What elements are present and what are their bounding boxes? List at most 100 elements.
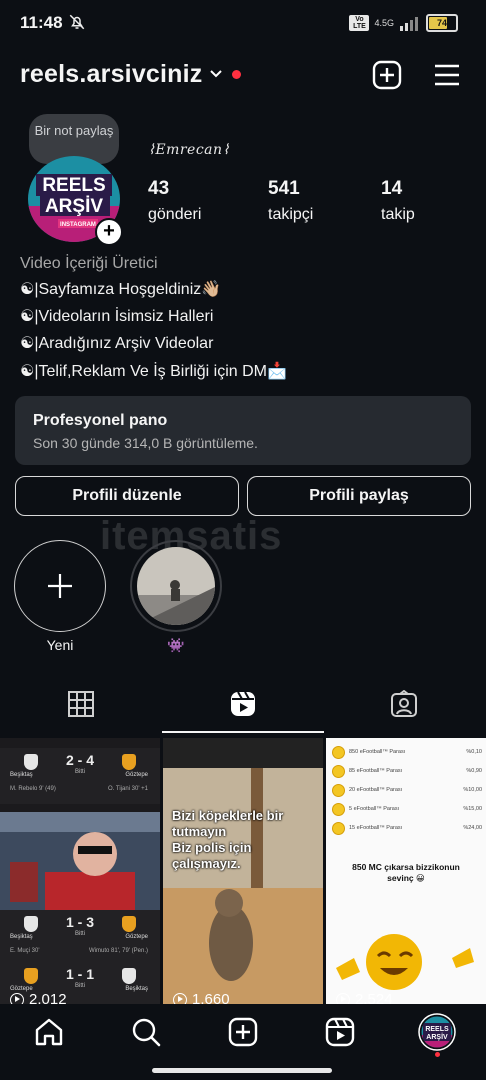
search-icon[interactable] [131, 1017, 161, 1047]
score: 1 - 1 [65, 966, 94, 982]
bio-line: ☯|Aradığınız Arşiv Videolar [20, 335, 214, 352]
volte-badge: Vo LTE [349, 15, 370, 31]
coin-row: 850 eFootball™ Parası %0,10 [332, 744, 482, 760]
nav-notification-dot [435, 1052, 440, 1057]
team-home: Beşiktaş [10, 772, 33, 778]
avatar-text-2: ARŞİV [45, 196, 103, 217]
coin-pct: %10,00 [463, 787, 482, 793]
team-away: Beşiktaş [125, 986, 148, 992]
coin-pct: %0,90 [466, 768, 482, 774]
tagged-icon[interactable] [390, 690, 418, 718]
view-count-value: 2.524 [355, 991, 393, 1004]
reels-icon[interactable] [229, 690, 257, 718]
score: 2 - 4 [65, 752, 94, 768]
stat-label: takip [381, 206, 415, 223]
battery-icon: 74 [426, 14, 458, 32]
stat-followers[interactable]: 541 takipçi [268, 178, 313, 224]
create-icon[interactable] [372, 60, 402, 90]
team-away: Göztepe [125, 934, 148, 940]
battery-level: 74 [436, 18, 447, 28]
coin-name: 5 eFootball™ Parası [349, 806, 400, 812]
status-bar: 11:48 Vo LTE 4.5G 74 [0, 0, 486, 46]
home-icon[interactable] [34, 1017, 64, 1047]
highlight-label: 👾 [167, 637, 185, 653]
profile-category: Video İçeriği Üretici [20, 255, 158, 272]
professional-dashboard[interactable]: Profesyonel pano Son 30 günde 314,0 B gö… [15, 396, 471, 465]
caption-line: çalışmayız. [172, 856, 241, 871]
play-icon [10, 992, 24, 1004]
scorer-away: Wimuto 81', 79' (Pen.) [89, 948, 148, 954]
stat-posts[interactable]: 43 gönderi [148, 178, 201, 224]
reels-nav-icon[interactable] [325, 1017, 355, 1047]
active-tab-indicator [162, 731, 324, 733]
create-post-icon[interactable] [228, 1017, 258, 1047]
stat-following[interactable]: 14 takip [381, 178, 415, 224]
play-icon [336, 992, 350, 1004]
coin-row: 20 eFootball™ Parası %10,00 [332, 782, 482, 798]
stat-label: takipçi [268, 206, 314, 223]
reel-caption: 850 MC çıkarsa bizzikonun sevinç 😀 [352, 862, 460, 883]
view-count-value: 1.660 [192, 991, 230, 1004]
edit-profile-button[interactable]: Profili düzenle [15, 476, 239, 516]
stat-value: 541 [268, 178, 300, 199]
chevron-down-icon[interactable] [209, 69, 223, 79]
highlight-story[interactable] [130, 540, 222, 632]
scorer-away: O. Tijani 30' +1 [107, 786, 148, 792]
status-icons: Vo LTE 4.5G 74 [349, 14, 458, 32]
add-story-button[interactable]: + [95, 218, 123, 246]
signature-text: Emrecan [155, 142, 223, 158]
profile-avatar-icon[interactable]: REELS ARŞİV [418, 1013, 456, 1051]
caption-line: Bizi köpeklerle bir [172, 808, 284, 823]
scorer-home: M. Rebelo 9' (49) [10, 786, 56, 792]
coin-pct: %0,10 [466, 749, 482, 755]
bio-line: ☯|Sayfamıza Hoşgeldiniz👋🏼 [20, 281, 222, 298]
coin-row: 5 eFootball™ Parası %15,00 [332, 801, 482, 817]
caption-line: Biz polis için [172, 840, 252, 855]
avatar-text-1: REELS [425, 1026, 449, 1033]
view-count: 2.524 [336, 991, 393, 1004]
view-count: 2.012 [10, 991, 67, 1004]
score-card: 2 - 4 Bitti Beşiktaş Göztepe M. Rebelo 9… [0, 748, 160, 804]
menu-icon[interactable] [432, 60, 462, 90]
score: 1 - 3 [65, 914, 94, 930]
coin-name: 85 eFootball™ Parası [349, 768, 403, 774]
highlight-label: Yeni [46, 637, 74, 653]
view-count-value: 2.012 [29, 991, 67, 1004]
team-home: Beşiktaş [10, 934, 33, 940]
grid-icon[interactable] [67, 690, 95, 718]
stat-value: 43 [148, 178, 170, 199]
reel-thumbnail[interactable]: Bizi köpeklerle bir tutmayın Biz polis i… [163, 738, 323, 1004]
coin-pct: %24,00 [463, 825, 482, 831]
bio-line: ☯|Telif,Reklam Ve İş Birliği için DM📩 [20, 363, 287, 380]
share-profile-button[interactable]: Profili paylaş [247, 476, 471, 516]
reel-thumbnail[interactable]: 850 eFootball™ Parası %0,10 85 eFootball™… [326, 738, 486, 1004]
status-time: 11:48 [20, 13, 63, 32]
video-frame [0, 812, 160, 914]
bio-line: ☯|Videoların İsimsiz Halleri [20, 308, 214, 325]
coin-pct: %15,00 [463, 806, 482, 812]
view-count: 1.660 [173, 991, 230, 1004]
stat-label: gönderi [148, 206, 202, 223]
caption-line: tutmayın [172, 824, 227, 839]
signature: ⌇Emrecan⌇ [148, 142, 230, 158]
signal-icon [400, 17, 418, 31]
avatar-text-3: INSTAGRAM [60, 222, 96, 228]
coin-name: 15 eFootball™ Parası [349, 825, 403, 831]
network-gen: 4.5G [374, 17, 394, 28]
reel-thumbnail[interactable]: 2 - 4 Bitti Beşiktaş Göztepe M. Rebelo 9… [0, 738, 160, 1004]
reel-caption: Bizi köpeklerle bir tutmayın Biz polis i… [172, 808, 283, 872]
coin-row: 85 eFootball™ Parası %0,90 [332, 763, 482, 779]
highlight-new[interactable] [14, 540, 106, 632]
avatar-text-2: ARŞİV [426, 1033, 448, 1041]
play-icon [173, 992, 187, 1004]
coin-name: 20 eFootball™ Parası [349, 787, 403, 793]
dashboard-title: Profesyonel pano [33, 412, 168, 429]
coin-name: 850 eFootball™ Parası [349, 749, 406, 755]
score-card: 1 - 3 Bitti Beşiktaş Göztepe E. Muçi 30'… [0, 910, 160, 966]
highlight-thumbnail [137, 547, 215, 625]
home-indicator[interactable] [152, 1068, 332, 1073]
notification-dot [232, 70, 241, 79]
plus-icon [48, 574, 72, 598]
profile-username[interactable]: reels.arsivciniz [20, 60, 203, 89]
team-away: Göztepe [125, 772, 148, 778]
